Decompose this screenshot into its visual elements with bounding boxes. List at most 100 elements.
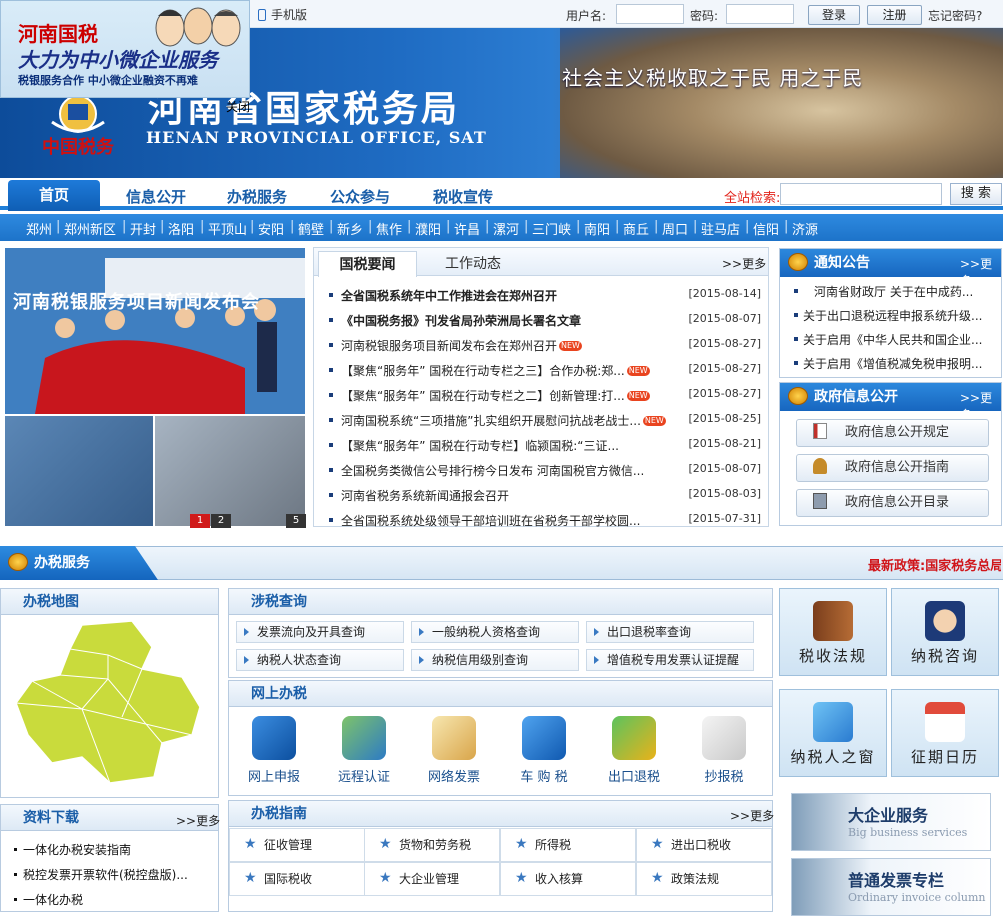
city-separator: |: [485, 219, 490, 234]
news-item[interactable]: 全省国税系统处级领导干部培训班在省税务干部学校圆... [2015-07-31]: [327, 512, 763, 530]
news-item[interactable]: 河南国税系统“三项措施”扎实组织开展慰问抗战老战士... NEW [2015-08-…: [327, 412, 763, 430]
city-link[interactable]: 洛阳: [168, 219, 194, 238]
tile-3[interactable]: 纳税人之窗: [779, 689, 887, 777]
notice-item[interactable]: 关于启用《增值税减免税申报明...: [786, 355, 1000, 372]
password-input[interactable]: [726, 4, 794, 24]
guide-link[interactable]: ★ 政策法规: [636, 862, 772, 896]
online-service-4[interactable]: 车 购 税: [504, 716, 584, 792]
govinfo-guide-button[interactable]: 政府信息公开指南: [796, 454, 989, 482]
tab-work-updates[interactable]: 工作动态: [425, 251, 521, 277]
city-link[interactable]: 郑州: [26, 219, 52, 238]
bullet-icon: [329, 443, 333, 447]
ad-close-link[interactable]: 关闭: [226, 98, 250, 115]
big-business-card[interactable]: 大企业服务 Big business services: [791, 793, 991, 851]
online-service-2[interactable]: 远程认证: [324, 716, 404, 792]
forgot-password-link[interactable]: 忘记密码?: [928, 7, 982, 24]
query-link[interactable]: 纳税人状态查询: [236, 649, 404, 671]
nav-info-public[interactable]: 信息公开: [112, 186, 200, 212]
city-link[interactable]: 开封: [130, 219, 156, 238]
city-link[interactable]: 信阳: [753, 219, 779, 238]
mobile-version-link[interactable]: 手机版: [258, 6, 307, 23]
query-link[interactable]: 一般纳税人资格查询: [411, 621, 579, 643]
slideshow-thumb-2[interactable]: [155, 416, 305, 526]
register-button[interactable]: 注册: [867, 5, 922, 25]
news-item[interactable]: 河南税银服务项目新闻发布会在郑州召开 NEW [2015-08-27]: [327, 337, 763, 355]
news-item[interactable]: 【聚焦“服务年” 国税在行动专栏之二】创新管理:打... NEW [2015-08-…: [327, 387, 763, 405]
slide-page-5[interactable]: 5: [286, 514, 306, 528]
online-service-6[interactable]: 抄报税: [684, 716, 764, 792]
download-item[interactable]: 一体化办税: [14, 891, 214, 908]
download-item[interactable]: 税控发票开票软件(税控盘版)...: [14, 866, 214, 883]
download-more-link[interactable]: >>更多: [176, 812, 220, 829]
online-service-5[interactable]: 出口退税: [594, 716, 674, 792]
city-link[interactable]: 驻马店: [701, 219, 740, 238]
query-link[interactable]: 出口退税率查询: [586, 621, 754, 643]
guide-link[interactable]: ★ 所得税: [500, 828, 636, 862]
nav-public-participation[interactable]: 公众参与: [315, 186, 405, 212]
notice-item[interactable]: 关于启用《中华人民共和国企业...: [786, 331, 1000, 348]
guide-link[interactable]: ★ 国际税收: [229, 862, 365, 896]
govinfo-rules-button[interactable]: 政府信息公开规定: [796, 419, 989, 447]
city-link[interactable]: 三门峡: [532, 219, 571, 238]
new-badge: NEW: [626, 366, 650, 376]
tab-tax-news[interactable]: 国税要闻: [318, 251, 417, 277]
tile-2[interactable]: 纳税咨询: [891, 588, 999, 676]
notice-item[interactable]: 河南省财政厅 关于在中成药...: [786, 283, 1000, 300]
guide-link[interactable]: ★ 大企业管理: [364, 862, 500, 896]
city-link[interactable]: 濮阳: [415, 219, 441, 238]
city-link[interactable]: 漯河: [493, 219, 519, 238]
city-link[interactable]: 新乡: [337, 219, 363, 238]
slideshow-thumb-1[interactable]: [5, 416, 153, 526]
news-title: 【聚焦“服务年” 国税在行动专栏之二】创新管理:打... NEW: [341, 387, 671, 404]
news-item[interactable]: 【聚焦“服务年” 国税在行动专栏】临颍国税:“三证... [2015-08-21]: [327, 437, 763, 455]
guide-more-link[interactable]: >>更多: [730, 807, 774, 824]
online-service-3[interactable]: 网络发票: [414, 716, 494, 792]
news-item[interactable]: 《中国税务报》刊发省局孙荣洲局长署名文章 [2015-08-07]: [327, 312, 763, 330]
search-input[interactable]: [780, 183, 942, 205]
notice-item[interactable]: 关于出口退税远程申报系统升级...: [786, 307, 1000, 324]
nav-tax-promotion[interactable]: 税收宣传: [418, 186, 508, 212]
search-button[interactable]: 搜 索: [950, 183, 1002, 205]
username-input[interactable]: [616, 4, 684, 24]
news-more-link[interactable]: >>更多: [722, 255, 766, 272]
slide-page-2[interactable]: 2: [211, 514, 231, 528]
query-link[interactable]: 发票流向及开具查询: [236, 621, 404, 643]
city-link[interactable]: 焦作: [376, 219, 402, 238]
slideshow-main-image[interactable]: [5, 248, 305, 414]
tile-4[interactable]: 征期日历: [891, 689, 999, 777]
city-link[interactable]: 郑州新区: [64, 219, 116, 238]
city-link[interactable]: 周口: [662, 219, 688, 238]
city-link[interactable]: 安阳: [258, 219, 284, 238]
ordinary-invoice-card[interactable]: 普通发票专栏 Ordinary invoice column: [791, 858, 991, 916]
nav-tax-service[interactable]: 办税服务: [212, 186, 302, 212]
tile-1[interactable]: 税收法规: [779, 588, 887, 676]
query-link[interactable]: 增值税专用发票认证提醒: [586, 649, 754, 671]
city-link[interactable]: 平顶山: [208, 219, 247, 238]
guide-link[interactable]: ★ 进出口税收: [636, 828, 772, 862]
city-link[interactable]: 济源: [792, 219, 818, 238]
nav-home[interactable]: 首页: [8, 180, 100, 211]
henan-map-icon[interactable]: [12, 617, 208, 787]
latest-policy-marquee[interactable]: 最新政策:国家税务总局关于...: [868, 555, 1001, 574]
govinfo-more-link[interactable]: >>更多: [960, 389, 1003, 423]
guide-link[interactable]: ★ 货物和劳务税: [364, 828, 500, 862]
online-service-1[interactable]: 网上申报: [234, 716, 314, 792]
login-button[interactable]: 登录: [808, 5, 860, 25]
city-link[interactable]: 鹤壁: [298, 219, 324, 238]
tile-label: 征期日历: [910, 748, 979, 766]
city-link[interactable]: 商丘: [623, 219, 649, 238]
city-link[interactable]: 南阳: [584, 219, 610, 238]
slide-page-1[interactable]: 1: [190, 514, 210, 528]
news-item[interactable]: 全国税务类微信公号排行榜今日发布 河南国税官方微信... [2015-08-07]: [327, 462, 763, 480]
govinfo-catalog-button[interactable]: 政府信息公开目录: [796, 489, 989, 517]
query-link[interactable]: 纳税信用级别查询: [411, 649, 579, 671]
guide-link[interactable]: ★ 征收管理: [229, 828, 365, 862]
city-link[interactable]: 许昌: [454, 219, 480, 238]
download-item[interactable]: 一体化办税安装指南: [14, 841, 214, 858]
news-item[interactable]: 河南省税务系统新闻通报会召开 [2015-08-03]: [327, 487, 763, 505]
guide-link[interactable]: ★ 收入核算: [500, 862, 636, 896]
online-header: 网上办税: [229, 681, 772, 707]
bullet-icon: [329, 393, 333, 397]
news-item[interactable]: 全省国税系统年中工作推进会在郑州召开 [2015-08-14]: [327, 287, 763, 305]
news-item[interactable]: 【聚焦“服务年” 国税在行动专栏之三】合作办税:郑... NEW [2015-08-…: [327, 362, 763, 380]
